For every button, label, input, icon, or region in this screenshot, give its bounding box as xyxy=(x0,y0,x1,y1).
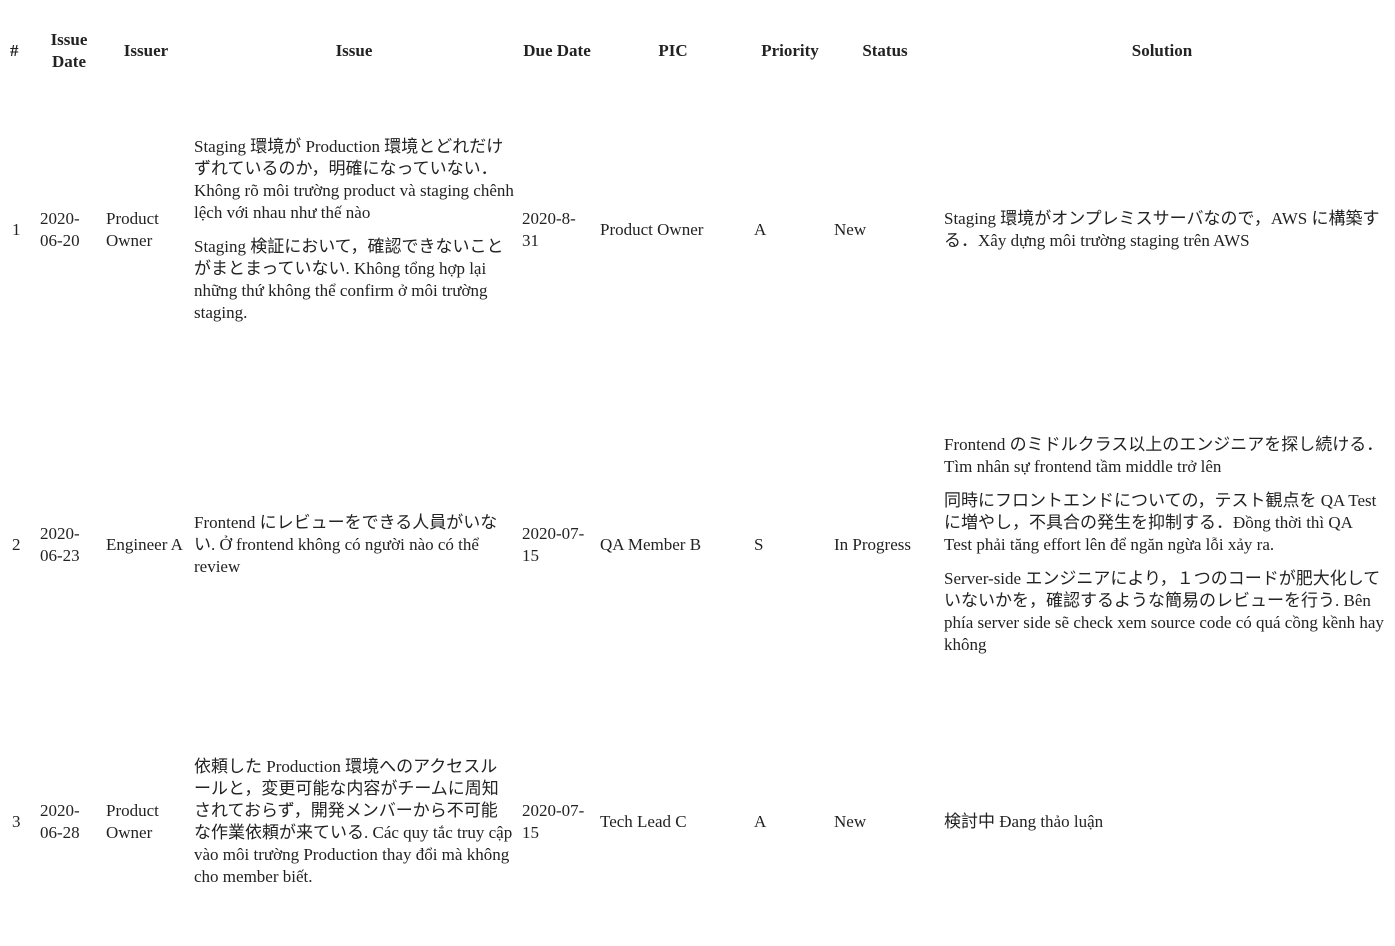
row-num: 2 xyxy=(12,535,21,554)
row-issuer: Product Owner xyxy=(106,209,159,250)
row-issue-date: 2020-06-28 xyxy=(40,801,80,842)
row-priority: S xyxy=(754,535,764,554)
row-issuer: Engineer A xyxy=(106,535,183,554)
row-issue: 依頼した Production 環境へのアクセスルールと，変更可能な内容がチーム… xyxy=(190,717,518,927)
solution-paragraph: Server-side エンジニアにより，１つのコードが肥大化していないかを，確… xyxy=(944,569,1384,654)
row-status: New xyxy=(834,812,867,831)
row-due-date: 2020-07-15 xyxy=(522,524,585,565)
table-row: 1 2020-06-20 Product Owner Staging 環境が P… xyxy=(8,87,1384,373)
table-row: 2 2020-06-23 Engineer A Frontend にレビューをで… xyxy=(8,373,1384,717)
row-issuer: Product Owner xyxy=(106,801,159,842)
header-issuer: Issuer xyxy=(123,41,169,60)
header-pic: PIC xyxy=(658,41,688,60)
row-num: 1 xyxy=(12,220,21,239)
row-pic: Tech Lead C xyxy=(600,812,687,831)
row-solution: Staging 環境がオンプレミスサーバなので，AWS に構築する．Xây dự… xyxy=(940,87,1384,373)
header-num: # xyxy=(10,41,19,60)
header-issue-date-line2: Date xyxy=(52,52,86,71)
solution-paragraph: Frontend のミドルクラス以上のエンジニアを探し続ける．Tìm nhân … xyxy=(944,435,1384,476)
row-priority: A xyxy=(754,220,767,239)
issue-paragraph: 依頼した Production 環境へのアクセスルールと，変更可能な内容がチーム… xyxy=(194,757,513,886)
header-status: Status xyxy=(862,41,908,60)
issue-paragraph: Frontend にレビューをできる人員がいない. Ở frontend khô… xyxy=(194,513,498,576)
row-num: 3 xyxy=(12,812,21,831)
issue-paragraph: Staging 環境が Production 環境とどれだけずれているのか，明確… xyxy=(194,137,514,222)
row-solution: 検討中 Đang thảo luận xyxy=(940,717,1384,927)
table-row: 3 2020-06-28 Product Owner 依頼した Producti… xyxy=(8,717,1384,927)
row-pic: Product Owner xyxy=(600,220,704,239)
solution-paragraph: Staging 環境がオンプレミスサーバなので，AWS に構築する．Xây dự… xyxy=(944,209,1380,250)
solution-paragraph: 同時にフロントエンドについての，テスト観点を QA Test に増やし，不具合の… xyxy=(944,491,1377,554)
issue-table: # Issue Date Issuer Issue Due Date PIC Pr… xyxy=(8,22,1384,927)
row-priority: A xyxy=(754,812,767,831)
row-status: In Progress xyxy=(834,535,911,554)
row-issue-date: 2020-06-20 xyxy=(40,209,80,250)
row-solution: Frontend のミドルクラス以上のエンジニアを探し続ける．Tìm nhân … xyxy=(940,373,1384,717)
header-due-date: Due Date xyxy=(523,41,591,60)
row-issue-date: 2020-06-23 xyxy=(40,524,80,565)
row-status: New xyxy=(834,220,867,239)
header-issue-date: Issue Date xyxy=(36,22,102,87)
row-due-date: 2020-8-31 xyxy=(522,209,576,250)
header-priority: Priority xyxy=(761,41,819,60)
header-row: # Issue Date Issuer Issue Due Date PIC Pr… xyxy=(8,22,1384,87)
row-pic: QA Member B xyxy=(600,535,702,554)
row-issue: Staging 環境が Production 環境とどれだけずれているのか，明確… xyxy=(190,87,518,373)
header-issue-date-line1: Issue xyxy=(50,30,88,49)
row-issue: Frontend にレビューをできる人員がいない. Ở frontend khô… xyxy=(190,373,518,717)
row-due-date: 2020-07-15 xyxy=(522,801,585,842)
solution-paragraph: 検討中 Đang thảo luận xyxy=(944,812,1104,831)
header-issue: Issue xyxy=(335,41,373,60)
header-solution: Solution xyxy=(1131,41,1193,60)
issue-paragraph: Staging 検証において，確認できないことがまとまっていない. Không … xyxy=(194,237,504,322)
